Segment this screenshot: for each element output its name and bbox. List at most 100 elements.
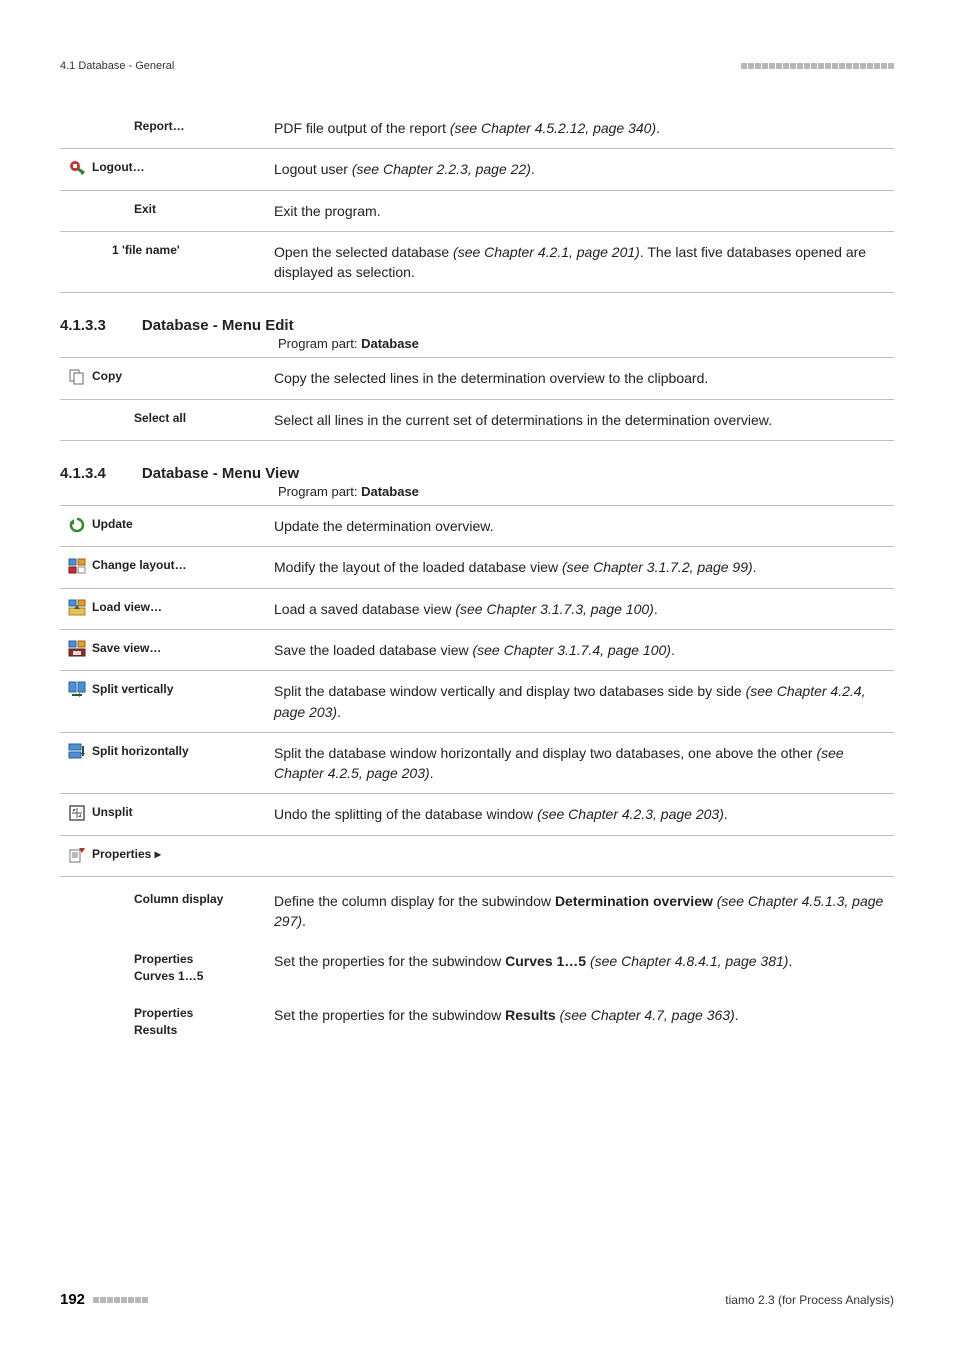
description: Set the properties for the subwindow Res… (274, 1005, 890, 1025)
menu-label: Split horizontally (92, 743, 189, 760)
description: Split the database window horizontally a… (274, 743, 890, 784)
menu-label-cell: Unsplit (64, 804, 274, 824)
save-view-icon (68, 640, 86, 658)
table-edit-menu: Copy Copy the selected lines in the deter… (60, 357, 894, 441)
menu-label-cell: Update (64, 516, 274, 536)
menu-label-cell: Load view… (64, 599, 274, 619)
description: Open the selected database (see Chapter … (274, 242, 890, 283)
description: Load a saved database view (see Chapter … (274, 599, 890, 619)
load-view-icon (68, 599, 86, 617)
menu-label: Copy (92, 368, 122, 385)
menu-row: Properties ▸ (60, 836, 894, 877)
menu-label-cell: Logout… (64, 159, 274, 179)
submenu-label-cell: Properties Curves 1…5 (64, 951, 274, 985)
page-footer: 192 tiamo 2.3 (for Process Analysis) (60, 1291, 894, 1308)
menu-row: Change layout… Modify the layout of the l… (60, 547, 894, 588)
description: Save the loaded database view (see Chapt… (274, 640, 890, 660)
section-number: 4.1.3.4 (60, 465, 106, 482)
program-part-label: Program part: Database (278, 484, 894, 499)
description: Modify the layout of the loaded database… (274, 557, 890, 577)
menu-label: Select all (134, 410, 186, 427)
submenu-row: Properties Curves 1…5 Set the properties … (60, 941, 894, 995)
header-decoration (741, 63, 894, 69)
menu-row: 1 'file name' Open the selected database … (60, 232, 894, 294)
menu-label-cell: Properties ▸ (64, 846, 274, 866)
update-icon (68, 516, 86, 534)
menu-row: Unsplit Undo the splitting of the databas… (60, 794, 894, 835)
submenu-row: Column display Define the column display … (60, 877, 894, 942)
section-label: 4.1 Database - General (60, 60, 174, 72)
menu-label: Split vertically (92, 681, 173, 698)
menu-label-cell: Change layout… (64, 557, 274, 577)
description: Set the properties for the subwindow Cur… (274, 951, 890, 971)
menu-row: Split horizontally Split the database win… (60, 733, 894, 795)
description: PDF file output of the report (see Chapt… (274, 118, 890, 138)
menu-row: Report… PDF file output of the report (se… (60, 108, 894, 149)
submenu-label-cell: Column display (64, 891, 274, 911)
submenu-label: Column display (134, 891, 223, 908)
menu-row: Load view… Load a saved database view (se… (60, 589, 894, 630)
menu-row: Update Update the determination overview. (60, 505, 894, 547)
section-heading-edit: 4.1.3.3 Database - Menu Edit (60, 317, 894, 334)
program-part-label: Program part: Database (278, 336, 894, 351)
section-title: Database - Menu View (142, 465, 299, 482)
menu-row: Select all Select all lines in the curren… (60, 400, 894, 441)
program-part-prefix: Program part: (278, 484, 361, 499)
program-part-name: Database (361, 336, 419, 351)
program-part-name: Database (361, 484, 419, 499)
section-number: 4.1.3.3 (60, 317, 106, 334)
menu-label-cell: Save view… (64, 640, 274, 660)
description: Exit the program. (274, 201, 890, 221)
menu-row: Save view… Save the loaded database view … (60, 630, 894, 671)
page-header: 4.1 Database - General (60, 60, 894, 72)
menu-label: Exit (134, 201, 156, 218)
section-heading-view: 4.1.3.4 Database - Menu View (60, 465, 894, 482)
split-horizontal-icon (68, 743, 86, 761)
menu-row: Logout… Logout user (see Chapter 2.2.3, p… (60, 149, 894, 190)
footer-decoration (93, 1297, 148, 1303)
menu-label: Properties ▸ (92, 846, 161, 863)
menu-label-cell: Select all (64, 410, 274, 430)
menu-label-cell: 1 'file name' (64, 242, 274, 262)
description: Split the database window vertically and… (274, 681, 890, 722)
submenu-label: Properties Curves 1…5 (134, 951, 203, 985)
submenu-label: Properties Results (134, 1005, 193, 1039)
menu-label: Load view… (92, 599, 162, 616)
menu-label: Logout… (92, 159, 145, 176)
menu-label-cell: Copy (64, 368, 274, 388)
submenu-label-cell: Properties Results (64, 1005, 274, 1039)
table-file-menu: Report… PDF file output of the report (se… (60, 108, 894, 293)
menu-label: Change layout… (92, 557, 187, 574)
page-number: 192 (60, 1291, 85, 1308)
change-layout-icon (68, 557, 86, 575)
submenu-row: Properties Results Set the properties for… (60, 995, 894, 1049)
menu-label-cell: Split vertically (64, 681, 274, 701)
menu-row: Copy Copy the selected lines in the deter… (60, 357, 894, 399)
menu-label: Report… (134, 118, 185, 135)
properties-submenu: Column display Define the column display … (60, 877, 894, 1049)
menu-label-cell: Split horizontally (64, 743, 274, 763)
description: Undo the splitting of the database windo… (274, 804, 890, 824)
copy-icon (68, 368, 86, 386)
menu-row: Split vertically Split the database windo… (60, 671, 894, 733)
product-name: tiamo 2.3 (for Process Analysis) (725, 1293, 894, 1307)
menu-label: Unsplit (92, 804, 133, 821)
menu-row: Exit Exit the program. (60, 191, 894, 232)
properties-icon (68, 846, 86, 864)
logout-icon (68, 159, 86, 177)
description: Select all lines in the current set of d… (274, 410, 890, 430)
description: Update the determination overview. (274, 516, 890, 536)
menu-label: 1 'file name' (112, 242, 180, 259)
split-vertical-icon (68, 681, 86, 699)
description: Logout user (see Chapter 2.2.3, page 22)… (274, 159, 890, 179)
description: Copy the selected lines in the determina… (274, 368, 890, 388)
table-view-menu: Update Update the determination overview.… (60, 505, 894, 877)
menu-label: Update (92, 516, 133, 533)
program-part-prefix: Program part: (278, 336, 361, 351)
menu-label-cell: Report… (64, 118, 274, 138)
unsplit-icon (68, 804, 86, 822)
menu-label: Save view… (92, 640, 161, 657)
description: Define the column display for the subwin… (274, 891, 890, 932)
menu-label-cell: Exit (64, 201, 274, 221)
section-title: Database - Menu Edit (142, 317, 294, 334)
